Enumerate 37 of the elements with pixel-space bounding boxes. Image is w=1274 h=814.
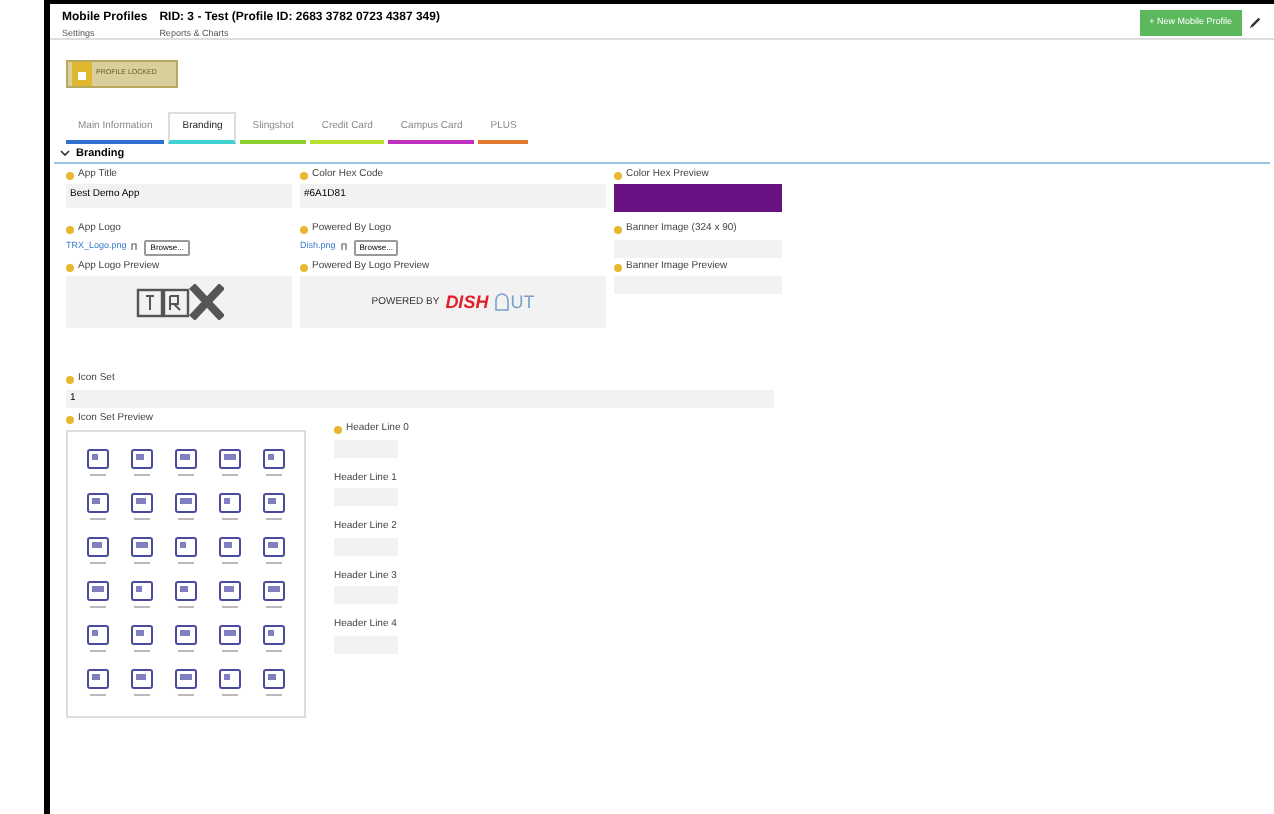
icon-set-icon (216, 491, 244, 524)
icon-set-icon (260, 535, 288, 568)
icon-set-icon (260, 579, 288, 612)
icon-set-icon (216, 579, 244, 612)
chevron-icon[interactable] (60, 148, 70, 159)
icon-set-icon (172, 667, 200, 700)
icon-set-icon (260, 491, 288, 524)
brand-text: DISH (445, 289, 489, 315)
icon-set-icon (172, 447, 200, 480)
brand-text: UT (510, 289, 535, 315)
icon-set-icon (172, 535, 200, 568)
icon-set-icon (128, 667, 156, 700)
icon-set-icon (260, 623, 288, 656)
icon-set-icon (128, 447, 156, 480)
icon-set-icon (84, 491, 112, 524)
icon-set-icon (260, 447, 288, 480)
icon-set-icon (172, 579, 200, 612)
logo-drawing (135, 284, 223, 321)
icon-set-icon (84, 447, 112, 480)
edit-icon[interactable] (1248, 15, 1262, 30)
icon-set-icon (216, 623, 244, 656)
lock-icon (72, 62, 92, 86)
icon-set-icon (84, 579, 112, 612)
icon-set-icon (84, 667, 112, 700)
icon-set-icon (84, 623, 112, 656)
icon-set-icon (128, 491, 156, 524)
dish-cover-icon (494, 292, 511, 313)
icon-set-icon (216, 447, 244, 480)
icon-set-icon (260, 667, 288, 700)
icon-set-icon (216, 535, 244, 568)
icon-set-icon (128, 535, 156, 568)
icon-set-icon (128, 623, 156, 656)
icon-set-icon (172, 623, 200, 656)
icon-set-icon (84, 535, 112, 568)
icon-set-icon (216, 667, 244, 700)
icon-set-icon (172, 491, 200, 524)
icon-set-icon (128, 579, 156, 612)
